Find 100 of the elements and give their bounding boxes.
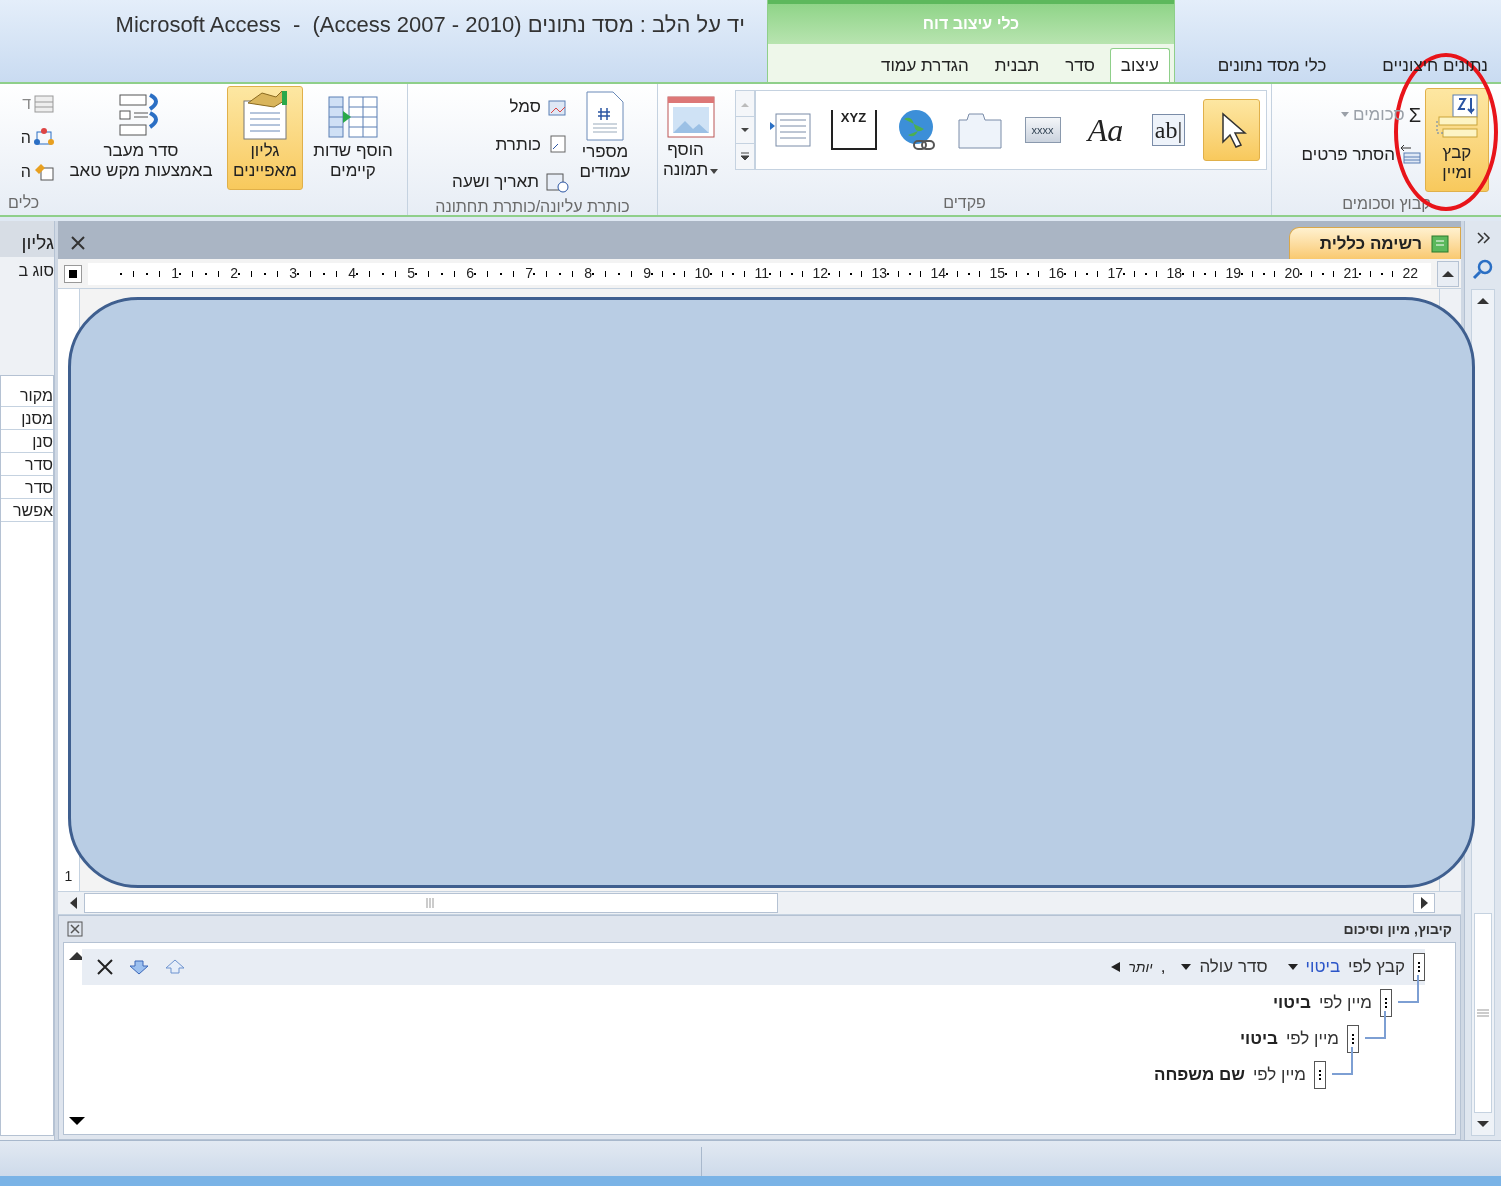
- tab-order-button[interactable]: סדר מעבר באמצעות מקש טאב: [59, 86, 223, 190]
- more-link[interactable]: יותר: [1128, 956, 1153, 978]
- tool-button[interactable]: ה: [20, 160, 55, 184]
- ruler-number: 9: [643, 264, 651, 283]
- ruler-number: 4: [348, 264, 356, 283]
- property-name: מקור: [1, 384, 53, 407]
- close-icon[interactable]: [67, 921, 83, 937]
- control-tool-button[interactable]: [1203, 99, 1260, 161]
- ruler-number: 21: [1343, 264, 1359, 283]
- control-tool-button[interactable]: Aa: [1077, 99, 1134, 161]
- ruler-number: 1: [171, 264, 179, 283]
- ruler-number: 8: [584, 264, 592, 283]
- date-time-button[interactable]: תאריך ושעה: [452, 169, 569, 195]
- property-name: סנן: [1, 430, 53, 453]
- ruler-number: 16: [1048, 264, 1064, 283]
- ruler-number: 7: [525, 264, 533, 283]
- dropdown-caret-icon[interactable]: [1181, 963, 1192, 971]
- group-and-sort-button[interactable]: קבץ ומיין: [1425, 88, 1489, 192]
- field-name: ביטוי: [1239, 1028, 1278, 1051]
- connector-line: [1332, 1047, 1353, 1075]
- add-fields-button[interactable]: הוסף שדות קיימים: [307, 86, 399, 190]
- close-icon[interactable]: [70, 235, 86, 251]
- sort-order-label: סדר עולה: [1199, 956, 1268, 979]
- ruler-number: 15: [989, 264, 1005, 283]
- title-frame-icon: [547, 133, 569, 156]
- pane-header: גליון: [0, 221, 54, 257]
- drag-handle[interactable]: [1380, 989, 1392, 1017]
- page-numbers-button[interactable]: מספרי עמודים: [573, 90, 637, 182]
- window-title: יד על הלב : מסד נתונים (Access 2007 - 2010) - Microsoft Access: [115, 12, 745, 37]
- ruler-number: 17: [1107, 264, 1123, 283]
- ribbon-tab[interactable]: תבנית: [983, 48, 1051, 82]
- field-list-icon: [327, 93, 379, 141]
- ruler-number: 1: [64, 867, 73, 886]
- ruler-number: 10: [694, 264, 710, 283]
- move-down-icon[interactable]: [128, 959, 150, 975]
- sigma-icon: Σ: [1408, 104, 1421, 125]
- grid-icon: [33, 94, 55, 114]
- level-prefix: מיין לפי: [1285, 1028, 1339, 1051]
- level-prefix: קבץ לפי: [1348, 956, 1405, 979]
- ruler-number: 3: [289, 264, 297, 283]
- ruler-number: 14: [930, 264, 946, 283]
- ruler-number: 18: [1166, 264, 1182, 283]
- table-arrow-icon: [1399, 144, 1421, 165]
- selected-level-row[interactable]: קבץ לפי ביטוי סדר עולה , יותר: [82, 949, 1425, 985]
- image-icon: [666, 96, 715, 140]
- property-name: אפשר: [1, 499, 53, 522]
- nav-scrollbar[interactable]: [1471, 289, 1495, 1136]
- connector-line: [1398, 975, 1419, 1003]
- scroll-thumb[interactable]: [84, 893, 778, 913]
- grip-icon: [1477, 1009, 1489, 1017]
- selection-type-label: סוג ב: [17, 261, 54, 281]
- group-label: כותרת עליונה/כותרת תחתונה: [434, 196, 631, 217]
- convert-icon: [33, 162, 55, 182]
- ruler-number: 19: [1225, 264, 1241, 283]
- gallery-scrollbar[interactable]: [735, 90, 755, 170]
- list-box-icon: [767, 110, 814, 150]
- more-arrow-icon[interactable]: [1110, 962, 1121, 972]
- ruler-corner-marker: [64, 264, 82, 283]
- title-button[interactable]: כותרת: [452, 131, 569, 157]
- report-icon: [1430, 233, 1450, 254]
- ruler-number: 2: [230, 264, 238, 283]
- ruler-number: 5: [407, 264, 415, 283]
- search-icon[interactable]: [1471, 257, 1495, 281]
- delete-icon[interactable]: [96, 958, 114, 976]
- field-name: שם משפחה: [1153, 1064, 1245, 1087]
- pane-scroll-up-icon[interactable]: [69, 951, 85, 961]
- scroll-thumb[interactable]: [1474, 913, 1492, 1113]
- control-tool-button[interactable]: ab|: [1140, 99, 1197, 161]
- ribbon-tab[interactable]: כלי מסד נתונים: [1206, 48, 1338, 82]
- property-sheet-button[interactable]: גליון מאפיינים: [227, 86, 303, 190]
- drag-handle[interactable]: [1314, 1061, 1326, 1089]
- insert-image-button[interactable]: הוסף תמונה: [658, 90, 723, 180]
- logo-button[interactable]: סמל: [452, 94, 569, 120]
- tool-button[interactable]: ה: [20, 126, 55, 150]
- drag-handle[interactable]: [1347, 1025, 1359, 1053]
- group-label: פקדים: [942, 193, 987, 213]
- connector-line: [1365, 1011, 1386, 1039]
- drag-handle[interactable]: [1413, 953, 1425, 981]
- scroll-right-icon[interactable]: [1413, 893, 1435, 913]
- control-tool-button[interactable]: xxxx: [1014, 99, 1071, 161]
- hand-on-sheet-icon: [240, 89, 290, 141]
- ruler-number: 22: [1402, 264, 1418, 283]
- grip-icon: [426, 898, 436, 908]
- calendar-clock-icon: [545, 170, 569, 193]
- scroll-up-icon[interactable]: [1437, 260, 1459, 287]
- dropdown-caret-icon[interactable]: [1287, 963, 1298, 971]
- document-tab[interactable]: רשימה כללית: [1289, 227, 1461, 259]
- tab-control-icon: [956, 110, 1003, 150]
- level-prefix: מיין לפי: [1318, 992, 1372, 1015]
- ribbon-tab[interactable]: עיצוב: [1109, 48, 1170, 82]
- ribbon-tab[interactable]: הגדרת עמוד: [869, 48, 980, 82]
- ribbon-tab[interactable]: סדר: [1054, 48, 1106, 82]
- ruler-number: 20: [1284, 264, 1300, 283]
- field-link[interactable]: ביטוי: [1305, 954, 1341, 980]
- property-name: סדר: [1, 453, 53, 476]
- tool-button[interactable]: ד: [20, 92, 55, 116]
- hide-details-button[interactable]: הסתר פרטים: [1301, 141, 1421, 167]
- group-label: כלים: [7, 193, 40, 213]
- field-name: ביטוי: [1272, 992, 1311, 1015]
- pane-scroll-down-icon[interactable]: [69, 1116, 85, 1126]
